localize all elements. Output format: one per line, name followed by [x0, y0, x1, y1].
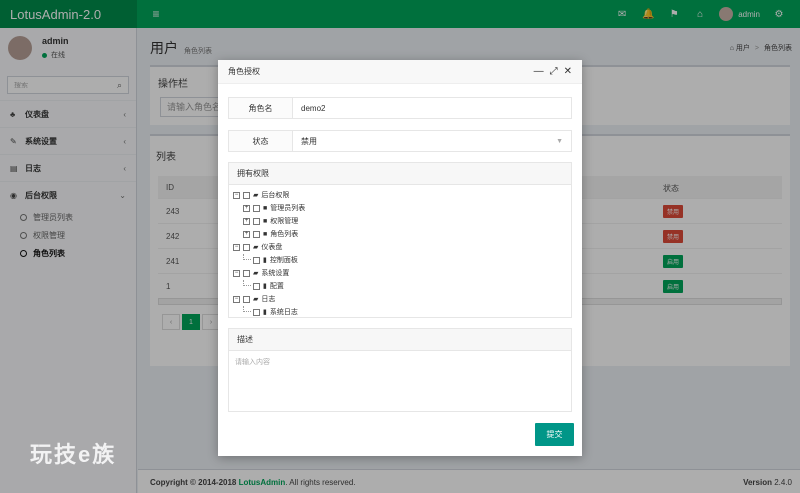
collapse-icon[interactable]: −	[233, 191, 240, 199]
maximize-icon[interactable]: ⤢	[550, 66, 558, 77]
folder-icon: ■	[263, 204, 268, 212]
dialog-title: 角色授权	[228, 67, 260, 76]
folder-icon: ■	[263, 217, 268, 225]
expand-icon[interactable]: +	[243, 230, 250, 238]
tree-checkbox[interactable]	[253, 217, 260, 225]
tree-node: − ▰ 日志	[233, 293, 275, 305]
tree-checkbox[interactable]	[243, 191, 250, 199]
permissions-title: 拥有权限	[229, 163, 571, 185]
tree-node-label[interactable]: 管理员列表	[270, 203, 305, 213]
tree-checkbox[interactable]	[243, 269, 250, 277]
tree-node-label[interactable]: 控制面板	[270, 255, 298, 265]
watermark: 玩技e族	[30, 442, 117, 467]
file-icon: ▮	[263, 283, 267, 290]
tree-node-label[interactable]: 仪表盘	[261, 242, 282, 252]
tree-node: + ■ 管理员列表	[243, 202, 305, 214]
status-select-value: 禁用	[301, 136, 317, 146]
folder-open-icon: ▰	[253, 192, 259, 199]
role-name-label: 角色名	[229, 98, 293, 118]
expand-icon[interactable]: +	[243, 204, 250, 212]
tree-checkbox[interactable]	[253, 204, 260, 212]
tree-checkbox[interactable]	[253, 256, 260, 264]
tree-node-label[interactable]: 权限管理	[270, 216, 298, 226]
expand-icon[interactable]: +	[243, 217, 250, 225]
tree-checkbox[interactable]	[243, 243, 250, 251]
tree-node-label[interactable]: 角色列表	[270, 229, 298, 239]
folder-open-icon: ▰	[253, 296, 259, 303]
tree-node: + ■ 角色列表	[243, 228, 298, 240]
tree-connector	[243, 254, 251, 260]
description-panel: 描述	[228, 328, 572, 412]
dialog-header: 角色授权 — ⤢ ✕	[218, 60, 582, 84]
permissions-panel: 拥有权限 − ▰ 后台权限 + ■ 管理员列表 + ■ 权限管理 + ■ 角色列表 − ▰ 仪表盘 ▮ 控制面板…	[228, 162, 572, 318]
file-icon: ▮	[263, 257, 267, 264]
tree-connector	[243, 280, 251, 286]
collapse-icon[interactable]: −	[233, 269, 240, 277]
tree-node-label[interactable]: 系统设置	[261, 268, 289, 278]
role-authorization-dialog: 角色授权 — ⤢ ✕ 角色名 demo2 状态 禁用 ▼ 拥有权限 − ▰ 后台权限…	[218, 60, 582, 456]
role-name-field[interactable]: demo2	[293, 98, 571, 118]
tree-node: − ▰ 仪表盘	[233, 241, 282, 253]
folder-open-icon: ▰	[253, 244, 259, 251]
close-icon[interactable]: ✕	[564, 66, 572, 77]
tree-node: ▮ 系统日志	[243, 306, 298, 318]
status-row: 状态 禁用 ▼	[228, 130, 572, 152]
tree-node-label[interactable]: 后台权限	[261, 190, 289, 200]
minimize-icon[interactable]: —	[534, 66, 544, 77]
collapse-icon[interactable]: −	[233, 243, 240, 251]
tree-checkbox[interactable]	[253, 282, 260, 290]
tree-node-label[interactable]: 系统日志	[270, 307, 298, 317]
tree-node-label[interactable]: 配置	[270, 281, 284, 291]
tree-node: + ■ 权限管理	[243, 215, 298, 227]
description-title: 描述	[229, 329, 571, 351]
tree-node-label[interactable]: 日志	[261, 294, 275, 304]
tree-checkbox[interactable]	[243, 295, 250, 303]
permission-tree: − ▰ 后台权限 + ■ 管理员列表 + ■ 权限管理 + ■ 角色列表 − ▰ 仪表盘 ▮ 控制面板 − ▰ 系统设…	[229, 185, 571, 318]
tree-checkbox[interactable]	[253, 230, 260, 238]
file-icon: ▮	[263, 309, 267, 316]
tree-node: − ▰ 系统设置	[233, 267, 289, 279]
role-name-row: 角色名 demo2	[228, 97, 572, 119]
collapse-icon[interactable]: −	[233, 295, 240, 303]
status-select[interactable]: 禁用 ▼	[293, 131, 571, 151]
folder-icon: ■	[263, 230, 268, 238]
folder-open-icon: ▰	[253, 270, 259, 277]
tree-node: − ▰ 后台权限	[233, 189, 289, 201]
tree-connector	[243, 306, 251, 312]
tree-node: ▮ 控制面板	[243, 254, 298, 266]
submit-button[interactable]: 提交	[535, 423, 574, 446]
status-label: 状态	[229, 131, 293, 151]
description-textarea[interactable]	[229, 351, 571, 409]
tree-checkbox[interactable]	[253, 308, 260, 316]
tree-node: ▮ 配置	[243, 280, 284, 292]
chevron-down-icon: ▼	[556, 137, 563, 145]
